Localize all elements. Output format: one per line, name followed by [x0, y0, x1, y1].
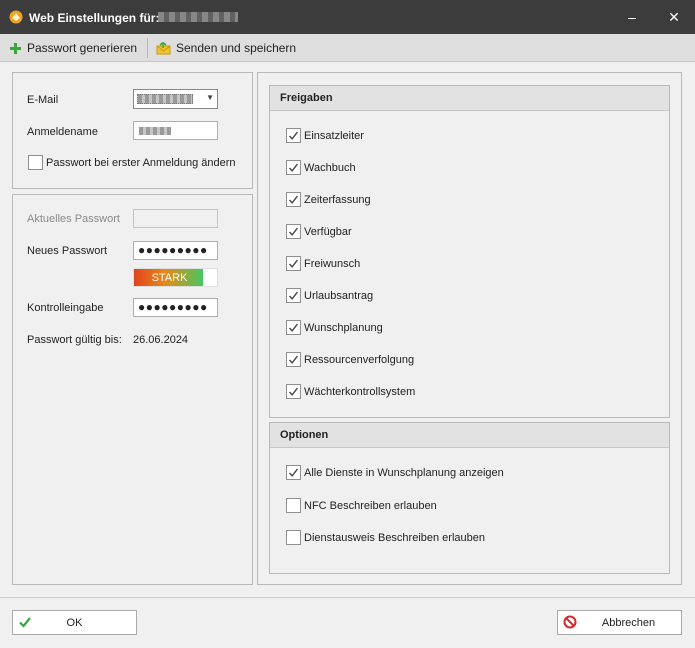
verfuegbar-label: Verfügbar: [304, 226, 352, 238]
cancel-label: Abbrechen: [601, 617, 656, 629]
send-save-label: Senden und speichern: [176, 41, 297, 55]
cancel-button[interactable]: Abbrechen: [557, 610, 682, 635]
wunschplanung-checkbox[interactable]: [286, 320, 301, 335]
current-password-field: [133, 209, 218, 228]
window-title: Web Einstellungen für:: [29, 11, 160, 25]
dienstausweis-beschreiben-erlauben-label: Dienstausweis Beschreiben erlauben: [304, 532, 485, 544]
freiwunsch-label: Freiwunsch: [304, 258, 361, 270]
confirm-password-value: ●●●●●●●●●: [138, 300, 208, 314]
login-name-label: Anmeldename: [27, 126, 98, 138]
toolbar-separator: [147, 38, 148, 58]
new-password-label: Neues Passwort: [27, 245, 108, 257]
checkmark-icon: [288, 131, 299, 140]
urlaubsantrag-label: Urlaubsantrag: [304, 290, 374, 302]
password-strength-label: STARK: [151, 272, 188, 284]
close-button[interactable]: ✕: [665, 8, 683, 26]
ok-button[interactable]: OK: [12, 610, 137, 635]
ressourcenverfolgung-label: Ressourcenverfolgung: [304, 354, 415, 366]
email-dropdown[interactable]: ▼: [133, 89, 218, 109]
valid-until-label: Passwort gültig bis:: [27, 334, 122, 346]
ressourcenverfolgung-checkbox[interactable]: [286, 352, 301, 367]
wachbuch-label: Wachbuch: [304, 162, 356, 174]
plus-icon: [10, 42, 21, 54]
checkmark-icon: [288, 227, 299, 236]
waechterkontrollsystem-label: Wächterkontrollsystem: [304, 386, 416, 398]
valid-until-value: 26.06.2024: [133, 334, 189, 346]
redacted-login-name: [139, 127, 171, 135]
wachbuch-checkbox[interactable]: [286, 160, 301, 175]
login-name-field[interactable]: [133, 121, 218, 140]
freigaben-header: Freigaben: [270, 86, 669, 111]
waechterkontrollsystem-checkbox[interactable]: [286, 384, 301, 399]
checkmark-icon: [288, 355, 299, 364]
checkmark-icon: [288, 468, 299, 477]
freiwunsch-checkbox[interactable]: [286, 256, 301, 271]
wunschplanung-label: Wunschplanung: [304, 322, 383, 334]
alle-dienste-in-wunschplanung-anzeigen-label: Alle Dienste in Wunschplanung anzeigen: [304, 467, 504, 479]
redacted-user-name: [158, 12, 238, 22]
dienstausweis-beschreiben-erlauben-checkbox[interactable]: [286, 530, 301, 545]
confirm-password-label: Kontrolleingabe: [27, 302, 104, 314]
title-bar: Web Einstellungen für: – ✕: [0, 0, 695, 34]
alle-dienste-in-wunschplanung-anzeigen-checkbox[interactable]: [286, 465, 301, 480]
einsatzleiter-checkbox[interactable]: [286, 128, 301, 143]
generate-password-button[interactable]: Passwort generieren: [9, 40, 137, 56]
optionen-header: Optionen: [270, 423, 669, 448]
change-on-login-label: Passwort bei erster Anmeldung ändern: [46, 157, 236, 169]
minimize-button[interactable]: –: [623, 8, 641, 26]
change-on-login-checkbox[interactable]: [28, 155, 43, 170]
password-strength-bar: STARK: [133, 268, 218, 287]
zeiterfassung-checkbox[interactable]: [286, 192, 301, 207]
toolbar: Passwort generieren Senden und speichern: [0, 34, 695, 62]
chevron-down-icon: ▼: [206, 93, 214, 102]
urlaubsantrag-checkbox[interactable]: [286, 288, 301, 303]
checkmark-icon: [288, 387, 299, 396]
verfuegbar-checkbox[interactable]: [286, 224, 301, 239]
send-save-button[interactable]: Senden und speichern: [156, 40, 296, 56]
app-icon: [9, 10, 23, 24]
checkmark-icon: [288, 291, 299, 300]
new-password-value: ●●●●●●●●●: [138, 243, 208, 257]
send-envelope-icon: [156, 41, 171, 54]
einsatzleiter-label: Einsatzleiter: [304, 130, 364, 142]
checkmark-icon: [288, 195, 299, 204]
ok-label: OK: [66, 617, 83, 629]
zeiterfassung-label: Zeiterfassung: [304, 194, 371, 206]
confirm-password-field[interactable]: ●●●●●●●●●: [133, 298, 218, 317]
nfc-beschreiben-erlauben-checkbox[interactable]: [286, 497, 301, 513]
redacted-email: [137, 94, 193, 104]
new-password-field[interactable]: ●●●●●●●●●: [133, 241, 218, 260]
email-label: E-Mail: [27, 94, 59, 106]
current-password-label: Aktuelles Passwort: [27, 213, 120, 225]
checkmark-icon: [288, 259, 299, 268]
checkmark-icon: [288, 163, 299, 172]
checkmark-icon: [288, 323, 299, 332]
generate-password-label: Passwort generieren: [27, 41, 138, 55]
nfc-beschreiben-erlauben-label: NFC Beschreiben erlauben: [304, 499, 437, 512]
